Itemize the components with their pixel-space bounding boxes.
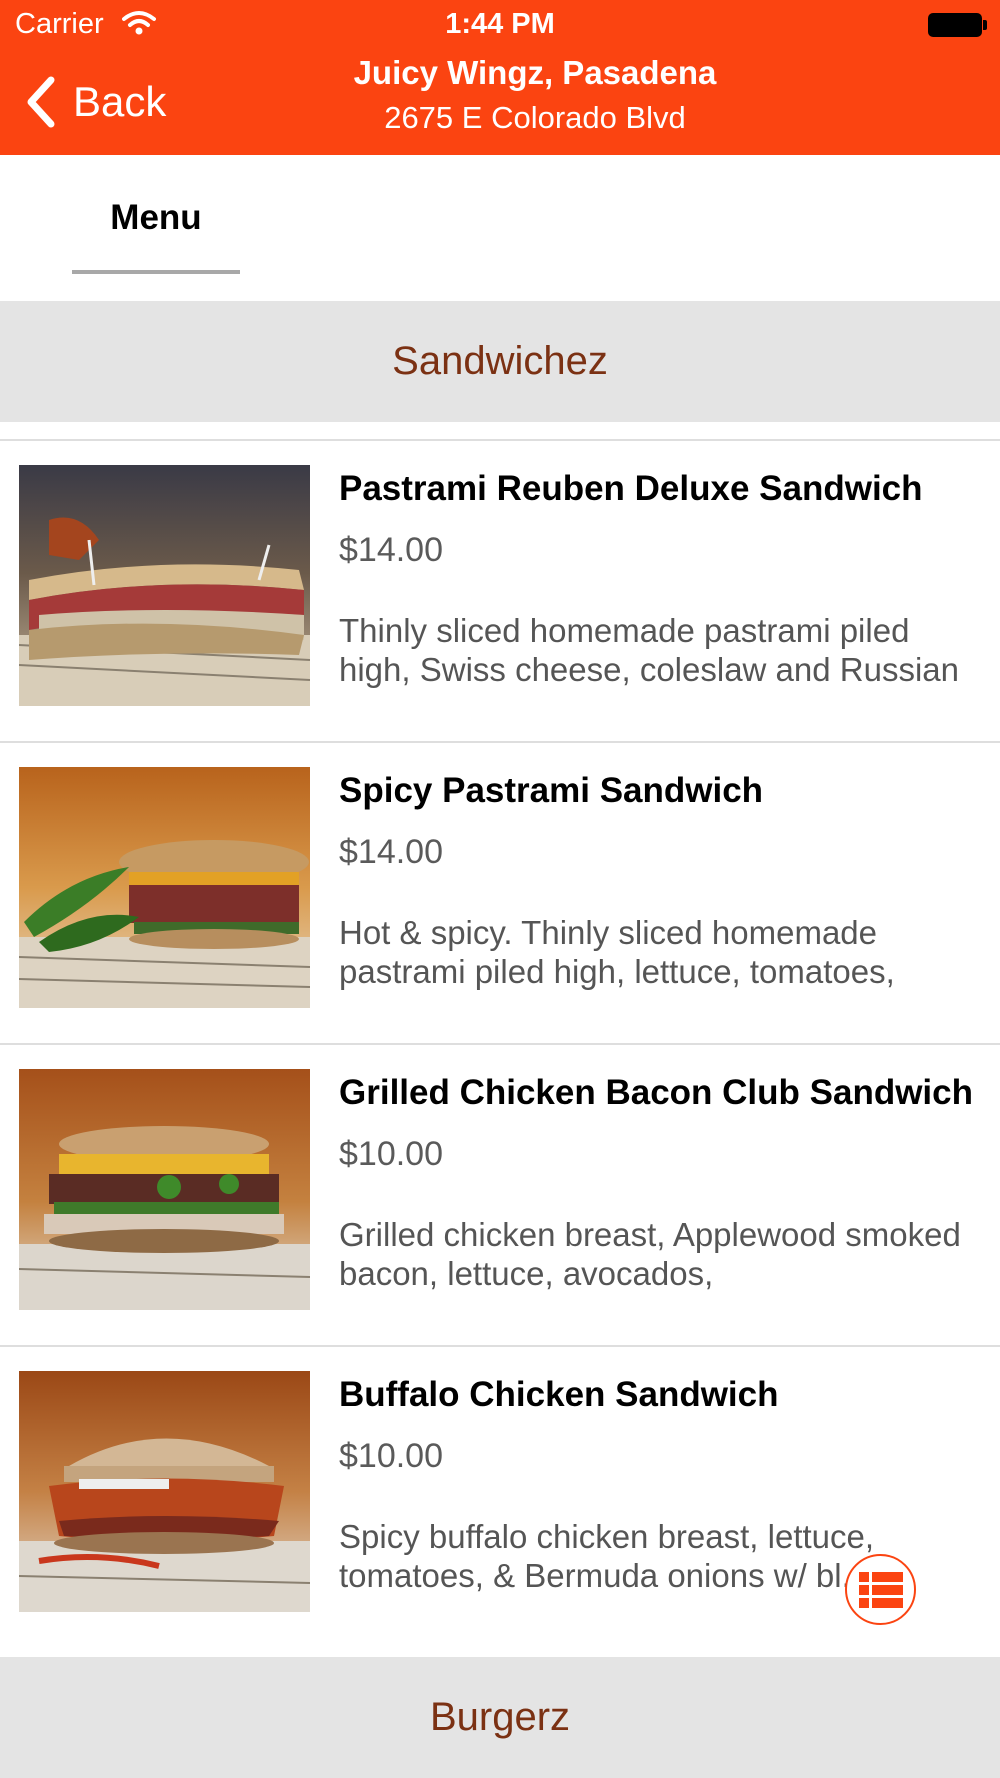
page-subtitle: 2675 E Colorado Blvd	[384, 100, 686, 135]
menu-item[interactable]: Grilled Chicken Bacon Club Sandwich $10.…	[0, 1045, 1000, 1347]
back-label: Back	[73, 78, 167, 125]
item-description: Thinly sliced homemade pastrami piled hi…	[339, 612, 959, 688]
section-header-burgerz[interactable]: Burgerz	[0, 1657, 1000, 1778]
item-photo	[19, 767, 310, 1008]
item-name: Grilled Chicken Bacon Club Sandwich	[339, 1073, 973, 1112]
back-button[interactable]: Back	[25, 74, 166, 130]
item-photo	[19, 1371, 310, 1612]
page-title: Juicy Wingz, Pasadena	[353, 54, 717, 91]
item-name: Spicy Pastrami Sandwich	[339, 771, 764, 810]
item-name: Buffalo Chicken Sandwich	[339, 1375, 779, 1414]
item-description: Hot & spicy. Thinly sliced homemade past…	[339, 914, 895, 990]
tab-menu[interactable]: Menu	[72, 155, 240, 301]
chevron-left-icon	[27, 76, 55, 128]
clock: 1:44 PM	[445, 8, 555, 40]
battery-icon	[928, 13, 988, 37]
item-photo	[19, 1069, 310, 1310]
item-description: Grilled chicken breast, Applewood smoked…	[339, 1216, 961, 1292]
tab-active-indicator	[72, 270, 240, 274]
item-price: $14.00	[339, 833, 443, 871]
navigation-header: Carrier 1:44 PM Back Juicy Wingz, Pasade…	[0, 0, 1000, 155]
app-screen: Carrier 1:44 PM Back Juicy Wingz, Pasade…	[0, 0, 1000, 1778]
item-price: $14.00	[339, 531, 443, 569]
tab-menu-label: Menu	[110, 198, 202, 237]
restaurant-title-block: Juicy Wingz, Pasadena 2675 E Colorado Bl…	[250, 54, 820, 136]
item-name: Pastrami Reuben Deluxe Sandwich	[339, 469, 923, 508]
menu-sections-button[interactable]	[845, 1554, 916, 1625]
item-price: $10.00	[339, 1437, 443, 1475]
list-menu-icon	[858, 1571, 903, 1608]
menu-item[interactable]: Spicy Pastrami Sandwich $14.00 Hot & spi…	[0, 743, 1000, 1045]
section-title: Sandwichez	[392, 339, 608, 383]
section-title: Burgerz	[429, 1695, 571, 1739]
status-bar: Carrier 1:44 PM	[0, 0, 1000, 50]
section-header-sandwichez[interactable]: Sandwichez	[0, 301, 1000, 422]
menu-item[interactable]: Pastrami Reuben Deluxe Sandwich $14.00 T…	[0, 441, 1000, 743]
tab-bar: Menu	[0, 155, 1000, 301]
item-price: $10.00	[339, 1135, 443, 1173]
item-photo	[19, 465, 310, 706]
